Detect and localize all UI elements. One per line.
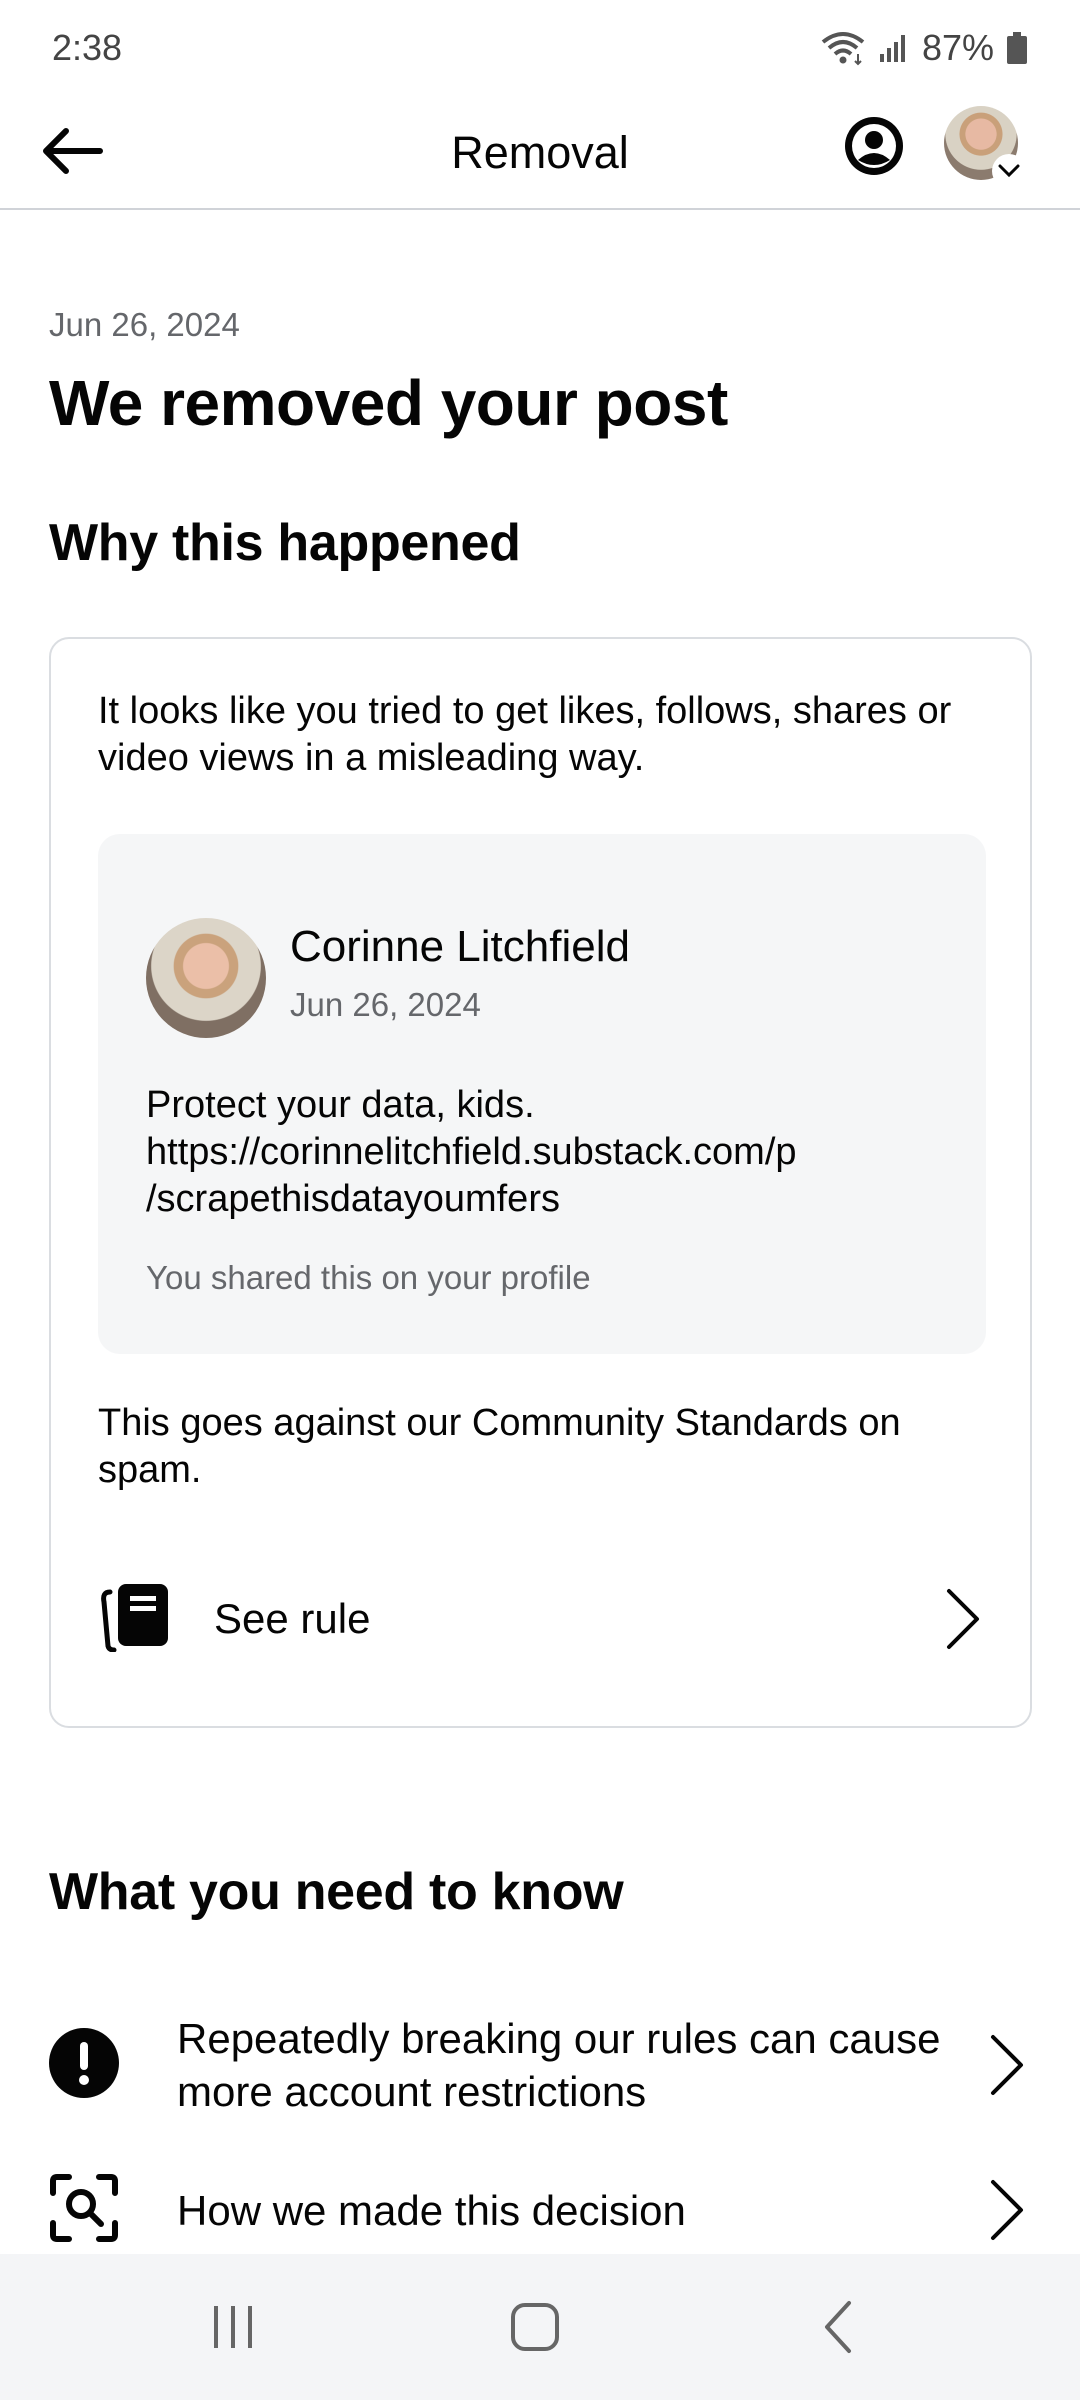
nav-back-button[interactable] bbox=[804, 2294, 874, 2364]
recents-icon bbox=[208, 2302, 258, 2357]
post-body-line: Protect your data, kids. bbox=[146, 1084, 535, 1126]
removed-post-preview[interactable]: Corinne Litchfield Jun 26, 2024 Protect … bbox=[98, 834, 986, 1354]
wifi-icon bbox=[820, 30, 866, 66]
post-author-avatar bbox=[146, 918, 266, 1038]
recents-button[interactable] bbox=[198, 2294, 268, 2364]
rule-book-icon bbox=[98, 1582, 172, 1657]
app-bar: Removal bbox=[0, 96, 1080, 210]
back-arrow-icon bbox=[40, 127, 104, 180]
reason-card: It looks like you tried to get likes, fo… bbox=[49, 637, 1032, 1728]
status-time: 2:38 bbox=[52, 27, 123, 68]
home-icon bbox=[509, 2301, 561, 2358]
post-body: Protect your data, kids. https://corinne… bbox=[146, 1082, 946, 1223]
back-icon bbox=[819, 2299, 859, 2360]
know-heading: What you need to know bbox=[49, 1863, 624, 1921]
see-rule-button[interactable]: See rule bbox=[98, 1569, 988, 1669]
battery-percent: 87% bbox=[921, 27, 994, 68]
decision-label: How we made this decision bbox=[177, 2186, 686, 2234]
profile-button[interactable] bbox=[842, 114, 910, 182]
back-button[interactable] bbox=[40, 118, 130, 188]
home-button[interactable] bbox=[500, 2294, 570, 2364]
status-bar: 2:38 87% bbox=[0, 0, 1080, 96]
system-nav-bar bbox=[0, 2254, 1080, 2400]
why-heading: Why this happened bbox=[49, 514, 521, 572]
restrictions-item[interactable]: Repeatedly breaking our rules can cause … bbox=[49, 2010, 1032, 2120]
signal-icon bbox=[878, 32, 910, 64]
reason-text: It looks like you tried to get likes, fo… bbox=[98, 690, 952, 779]
magnify-scan-icon bbox=[49, 2173, 119, 2248]
profile-circle-icon bbox=[842, 117, 906, 182]
status-icons: 87% bbox=[820, 27, 1028, 69]
chevron-right-icon bbox=[938, 1584, 988, 1654]
standards-text: This goes against our Community Standard… bbox=[98, 1402, 901, 1491]
restrictions-label: Repeatedly breaking our rules can cause … bbox=[177, 2015, 941, 2115]
decision-item[interactable]: How we made this decision bbox=[49, 2170, 1032, 2250]
post-body-line: /scrapethisdatayoumfers bbox=[146, 1178, 560, 1220]
chevron-down-icon bbox=[992, 154, 1026, 188]
post-shared-note: You shared this on your profile bbox=[146, 1259, 591, 1296]
chevron-right-icon bbox=[982, 2175, 1032, 2245]
account-avatar-button[interactable] bbox=[944, 106, 1026, 188]
chevron-right-icon bbox=[982, 2030, 1032, 2100]
post-author-name: Corinne Litchfield bbox=[290, 922, 630, 971]
battery-icon bbox=[1006, 31, 1028, 65]
post-date: Jun 26, 2024 bbox=[290, 986, 481, 1023]
post-body-line: https://corinnelitchfield.substack.com/p bbox=[146, 1131, 797, 1173]
notice-title: We removed your post bbox=[49, 367, 728, 439]
see-rule-label: See rule bbox=[214, 1595, 371, 1642]
exclamation-circle-icon bbox=[49, 2027, 119, 2103]
page-title: Removal bbox=[451, 127, 629, 178]
notice-date: Jun 26, 2024 bbox=[49, 306, 240, 343]
